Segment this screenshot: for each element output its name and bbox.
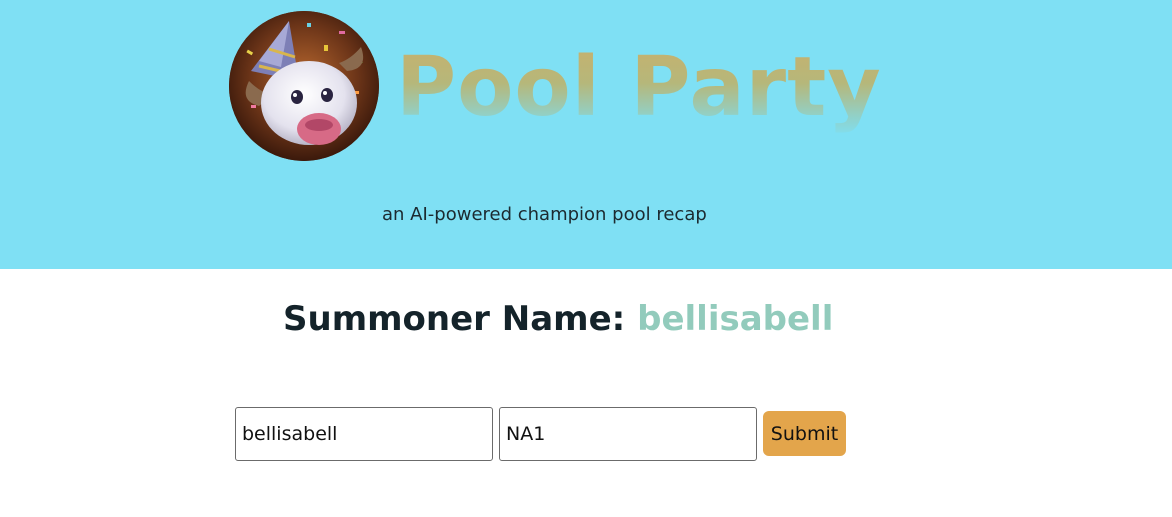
hero-banner: Pool Party an AI-powered champion pool r… — [0, 0, 1172, 269]
tagline: an AI-powered champion pool recap — [382, 204, 707, 225]
poro-party-avatar-icon — [229, 11, 379, 161]
region-input[interactable] — [499, 407, 757, 461]
submit-button[interactable]: Submit — [763, 411, 846, 456]
app-title: Pool Party — [396, 38, 882, 138]
summoner-heading: Summoner Name: bellisabell — [283, 299, 833, 339]
summoner-name: bellisabell — [637, 299, 834, 339]
summoner-label: Summoner Name: — [283, 299, 626, 339]
summoner-name-input[interactable] — [235, 407, 493, 461]
